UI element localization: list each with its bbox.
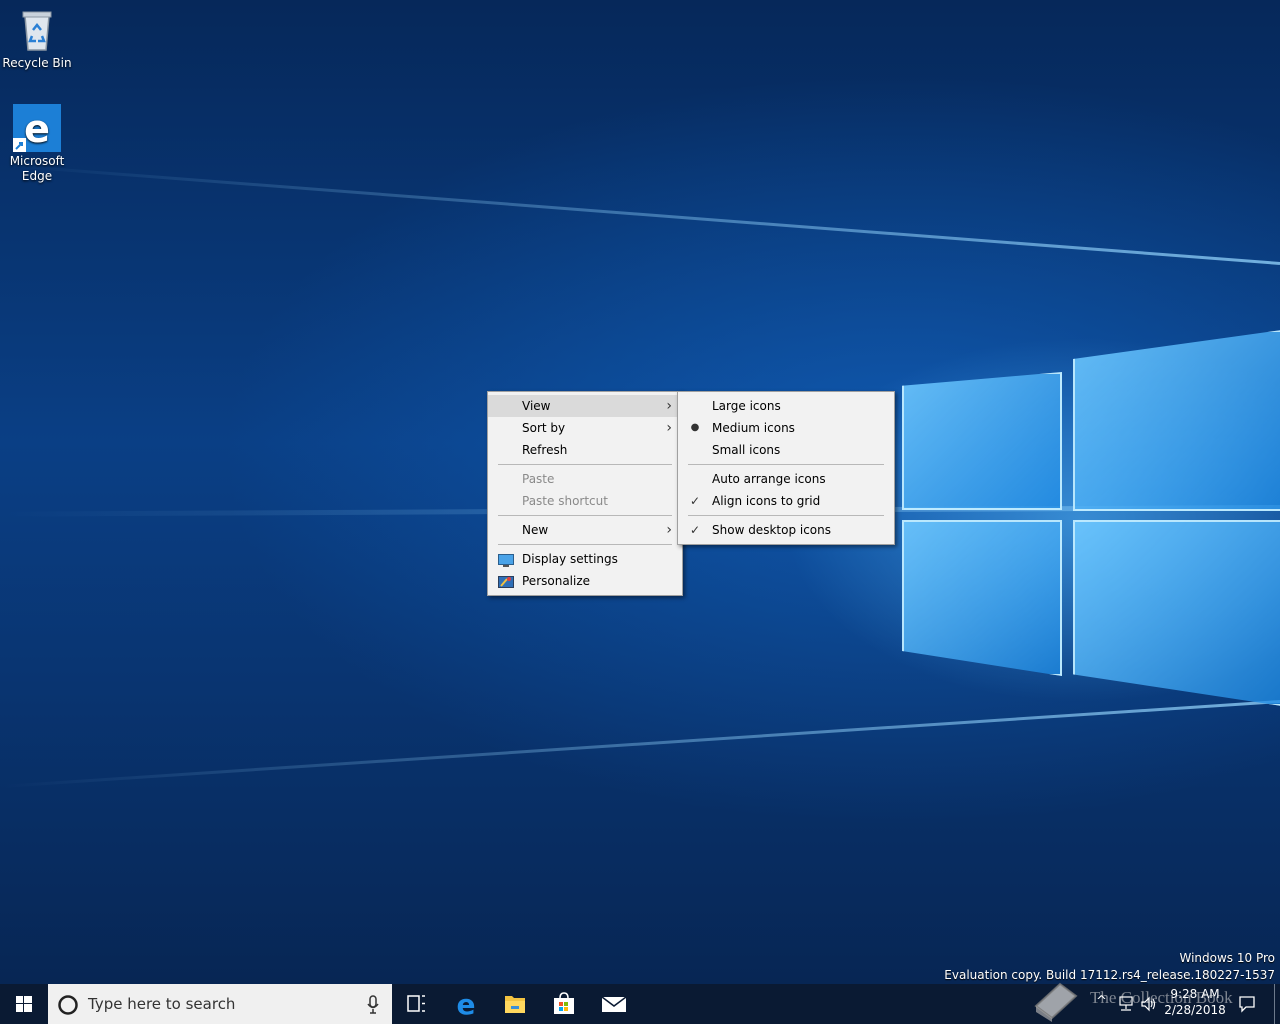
wallpaper-beam — [3, 163, 1280, 265]
menu-item-small-icons[interactable]: Small icons — [678, 439, 894, 461]
menu-item-label: Paste — [522, 472, 555, 486]
watermark-edition: Windows 10 Pro — [1179, 951, 1275, 965]
menu-separator — [498, 515, 672, 516]
desktop-icon-label: Recycle Bin — [2, 56, 72, 70]
windows-logo-icon — [16, 996, 32, 1012]
check-icon: ✓ — [689, 494, 701, 508]
taskbar-file-explorer-button[interactable] — [491, 984, 539, 1024]
cortana-icon — [58, 995, 78, 1015]
start-button[interactable] — [0, 984, 48, 1024]
task-view-button[interactable] — [392, 984, 440, 1024]
menu-item-label: Medium icons — [712, 421, 795, 435]
menu-item-refresh[interactable]: Refresh — [488, 439, 682, 461]
task-view-icon — [407, 995, 425, 1012]
menu-item-label: Align icons to grid — [712, 494, 821, 508]
menu-item-medium-icons[interactable]: ● Medium icons — [678, 417, 894, 439]
desktop-icon-microsoft-edge[interactable]: e Microsoft Edge — [0, 104, 74, 184]
chevron-right-icon: › — [666, 420, 672, 436]
menu-item-paste[interactable]: Paste — [488, 468, 682, 490]
clock-time: 9:28 AM — [1170, 987, 1220, 1001]
taskbar-store-button[interactable] — [540, 984, 588, 1024]
menu-item-align-icons-to-grid[interactable]: ✓ Align icons to grid — [678, 490, 894, 512]
menu-item-label: Paste shortcut — [522, 494, 608, 508]
microphone-icon[interactable] — [366, 995, 380, 1015]
chevron-up-icon[interactable]: ^ — [1096, 994, 1107, 1009]
menu-item-personalize[interactable]: Personalize — [488, 570, 682, 592]
network-icon[interactable] — [1117, 996, 1135, 1012]
svg-text:e: e — [457, 988, 476, 1021]
menu-item-label: Display settings — [522, 552, 618, 566]
file-explorer-icon — [505, 996, 525, 1013]
bullet-icon: ● — [690, 422, 700, 433]
taskbar-mail-button[interactable] — [590, 984, 638, 1024]
menu-item-view[interactable]: View › — [488, 395, 682, 417]
view-submenu: Large icons ● Medium icons Small icons A… — [677, 391, 895, 545]
clock-date: 2/28/2018 — [1164, 1003, 1226, 1017]
menu-item-label: Auto arrange icons — [712, 472, 826, 486]
wallpaper-logo-pane — [902, 520, 1062, 676]
desktop[interactable]: Recycle Bin e Microsoft Edge View › Sort… — [0, 0, 1280, 984]
menu-item-label: Show desktop icons — [712, 523, 832, 537]
menu-item-label: View — [522, 399, 551, 413]
svg-text:e: e — [24, 107, 50, 151]
menu-separator — [498, 464, 672, 465]
personalize-icon — [498, 574, 514, 596]
desktop-icon-label: Microsoft Edge — [9, 154, 65, 183]
wallpaper-logo-pane — [1073, 330, 1280, 511]
menu-item-new[interactable]: New › — [488, 519, 682, 541]
taskbar-edge-button[interactable]: e — [442, 984, 490, 1024]
check-icon: ✓ — [689, 523, 701, 537]
wallpaper-beam — [2, 700, 1280, 788]
menu-separator — [498, 544, 672, 545]
store-icon — [554, 992, 574, 1014]
mail-icon — [601, 996, 627, 1012]
menu-item-auto-arrange-icons[interactable]: Auto arrange icons — [678, 468, 894, 490]
menu-item-large-icons[interactable]: Large icons — [678, 395, 894, 417]
menu-item-display-settings[interactable]: Display settings — [488, 548, 682, 570]
chevron-right-icon: › — [666, 522, 672, 538]
menu-item-label: Large icons — [712, 399, 781, 413]
desktop-context-menu: View › Sort by › Refresh Paste Paste sho… — [487, 391, 683, 596]
menu-separator — [688, 464, 884, 465]
search-box[interactable]: Type here to search — [48, 984, 392, 1024]
desktop-icon-recycle-bin[interactable]: Recycle Bin — [0, 6, 74, 71]
recycle-bin-icon — [13, 6, 61, 54]
chevron-right-icon: › — [666, 398, 672, 414]
menu-item-label: Sort by — [522, 421, 566, 435]
menu-item-paste-shortcut[interactable]: Paste shortcut — [488, 490, 682, 512]
show-desktop-button[interactable] — [1274, 984, 1275, 1024]
menu-item-sort-by[interactable]: Sort by › — [488, 417, 682, 439]
menu-item-label: New — [522, 523, 549, 537]
book-logo-icon — [1034, 982, 1078, 1022]
edge-icon: e — [457, 988, 476, 1021]
menu-separator — [688, 515, 884, 516]
menu-item-label: Small icons — [712, 443, 781, 457]
edge-icon: e — [13, 104, 61, 152]
wallpaper-logo-pane — [902, 372, 1062, 510]
menu-item-show-desktop-icons[interactable]: ✓ Show desktop icons — [678, 519, 894, 541]
taskbar-clock[interactable]: 9:28 AM 2/28/2018 — [1160, 986, 1230, 1018]
taskbar: Type here to search e The Collection Boo… — [0, 982, 1280, 1024]
search-placeholder: Type here to search — [88, 995, 236, 1013]
menu-item-label: Personalize — [522, 574, 591, 588]
watermark-build: Evaluation copy. Build 17112.rs4_release… — [944, 968, 1275, 982]
menu-item-label: Refresh — [522, 443, 568, 457]
action-center-icon[interactable] — [1238, 995, 1256, 1013]
evaluation-watermark: Windows 10 Pro Evaluation copy. Build 17… — [944, 950, 1275, 984]
volume-icon[interactable] — [1140, 996, 1158, 1012]
wallpaper-logo-pane — [1073, 520, 1280, 706]
